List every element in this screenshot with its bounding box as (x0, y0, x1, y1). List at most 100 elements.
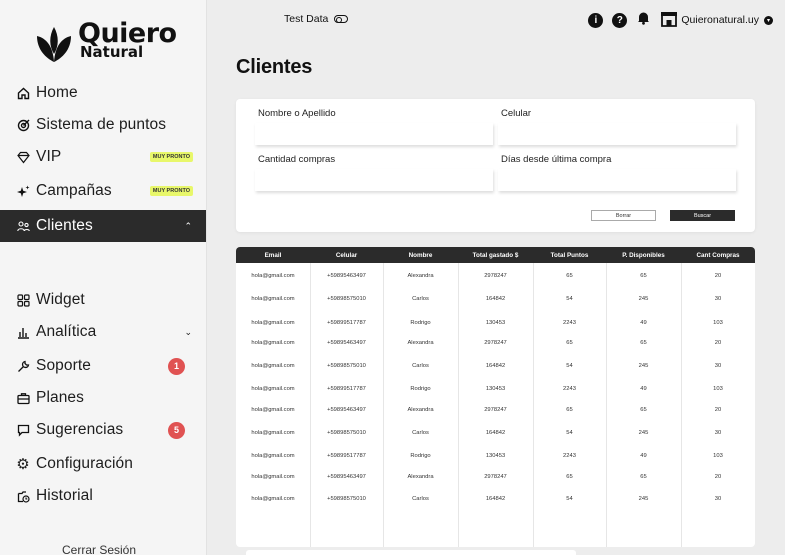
table-row[interactable]: hola@gmail.com +59895463497 Alexandra 29782… (236, 470, 755, 484)
table-row[interactable]: hola@gmail.com +59895463497 Alexandra 29782… (236, 269, 755, 283)
sidebar-item-label: VIP (36, 148, 62, 165)
table-cell: 164842 (485, 430, 506, 436)
search-button[interactable]: Buscar (670, 210, 735, 221)
table-row[interactable]: hola@gmail.com +59899517787 Rodrigo 130453 2… (236, 449, 755, 463)
phone-filter-input[interactable] (498, 123, 736, 145)
table-cell: 30 (714, 430, 722, 436)
table-row[interactable]: hola@gmail.com +59899517787 Rodrigo 130453 2… (236, 316, 755, 330)
home-icon (16, 86, 30, 100)
column-header[interactable]: Email (236, 247, 310, 263)
table-cell: Alexandra (407, 407, 434, 413)
table-cell: Alexandra (407, 340, 434, 346)
table-cell: 164842 (485, 496, 506, 502)
table-row[interactable]: hola@gmail.com +59898575010 Carlos 164842 54… (236, 292, 755, 306)
comment-icon (16, 423, 30, 437)
table-cell: 245 (638, 363, 649, 369)
chevron-up-icon[interactable]: ⌃ (184, 221, 192, 232)
notification-badge: 5 (168, 421, 185, 439)
purchases-filter-label: Cantidad compras (258, 154, 336, 165)
table-cell: +59898575010 (327, 363, 366, 369)
days-filter-input[interactable] (498, 169, 736, 191)
table-cell: 65 (640, 273, 647, 279)
table-cell: Rodrigo (410, 453, 431, 459)
table-cell: 65 (566, 407, 573, 413)
store-selector[interactable]: Quieronatural.uy ▾ (660, 11, 773, 30)
sidebar-item-home[interactable]: Home (0, 77, 206, 109)
test-data-toggle[interactable]: Test Data (284, 13, 349, 25)
table-cell: 49 (640, 453, 647, 459)
table-row[interactable]: hola@gmail.com +59898575010 Carlos 164842 54… (236, 492, 755, 506)
table-cell: 103 (713, 386, 723, 392)
bar-chart-icon (16, 325, 30, 339)
column-header[interactable]: Total gastado $ (458, 247, 533, 263)
column-header[interactable]: Cant Compras (681, 247, 755, 263)
sidebar-item-analytics[interactable]: Analítica ⌄ (0, 316, 206, 348)
purchases-filter-input[interactable] (255, 169, 493, 191)
table-cell: 130453 (485, 320, 506, 326)
sparkle-icon (16, 184, 30, 198)
sidebar-item-label: Widget (36, 291, 85, 308)
store-icon (660, 11, 678, 30)
sidebar-item-clients[interactable]: Clientes ⌃ (0, 210, 206, 242)
sidebar-item-support[interactable]: Soporte 1 (0, 350, 206, 382)
topbar-actions: i ? Quieronatural.uy ▾ (588, 10, 773, 30)
table-cell: 65 (640, 407, 647, 413)
table-cell: Rodrigo (410, 386, 431, 392)
name-filter-input[interactable] (255, 123, 493, 145)
table-cell: 49 (640, 386, 647, 392)
days-filter-label: Días desde última compra (501, 154, 612, 165)
column-header[interactable]: Celular (310, 247, 383, 263)
chevron-down-icon[interactable]: ⌄ (184, 327, 192, 338)
history-icon (16, 489, 30, 503)
bell-icon[interactable] (636, 10, 651, 30)
table-cell: 164842 (485, 296, 506, 302)
sidebar-item-history[interactable]: Historial (0, 480, 206, 512)
table-cell: 65 (640, 340, 647, 346)
sidebar-item-label: Clientes (36, 217, 93, 234)
table-cell: hola@gmail.com (251, 386, 295, 392)
sidebar-item-label: Historial (36, 487, 93, 504)
table-cell: 130453 (485, 386, 506, 392)
help-icon[interactable]: ? (612, 12, 628, 28)
table-cell: 54 (566, 496, 573, 502)
table-row[interactable]: hola@gmail.com +59898575010 Carlos 164842 54… (236, 359, 755, 373)
table-cell: +59895463497 (327, 407, 366, 413)
sidebar-item-campaigns[interactable]: Campañas MUY PRONTO (0, 175, 206, 207)
table-cell: +59895463497 (327, 340, 366, 346)
page-title: Clientes (236, 56, 313, 78)
table-cell: 245 (638, 496, 649, 502)
sidebar-item-points[interactable]: Sistema de puntos (0, 109, 206, 141)
table-row[interactable]: hola@gmail.com +59895463497 Alexandra 29782… (236, 403, 755, 417)
target-icon (16, 118, 30, 132)
table-cell: hola@gmail.com (251, 296, 295, 302)
column-header[interactable]: Total Puntos (533, 247, 606, 263)
table-row[interactable]: hola@gmail.com +59898575010 Carlos 164842 54… (236, 426, 755, 440)
table-cell: 30 (714, 296, 722, 302)
toggle-switch-icon[interactable] (334, 15, 349, 23)
sidebar-item-suggestions[interactable]: Sugerencias 5 (0, 414, 206, 446)
column-header[interactable]: P. Disponibles (606, 247, 681, 263)
sidebar-item-plans[interactable]: Planes (0, 382, 206, 414)
table-cell: hola@gmail.com (251, 407, 295, 413)
table-cell: 20 (714, 407, 722, 413)
table-cell: 20 (714, 474, 722, 480)
clear-button[interactable]: Borrar (591, 210, 656, 221)
brand-logo[interactable]: Quiero Natural (34, 20, 177, 64)
table-header: Email Celular Nombre Total gastado $ Total P… (236, 247, 755, 263)
table-cell: 54 (566, 296, 573, 302)
table-row[interactable]: hola@gmail.com +59899517787 Rodrigo 130453 2… (236, 382, 755, 396)
table-cell: hola@gmail.com (251, 474, 295, 480)
column-header[interactable]: Nombre (383, 247, 458, 263)
sidebar-item-settings[interactable]: ⚙ Configuración (0, 448, 206, 480)
sidebar-item-label: Planes (36, 389, 84, 406)
table-cell: +59899517787 (327, 453, 366, 459)
table-row[interactable]: hola@gmail.com +59895463497 Alexandra 29782… (236, 336, 755, 350)
table-cell: 245 (638, 296, 649, 302)
logout-link[interactable]: Cerrar Sesión (62, 543, 136, 555)
sidebar-item-vip[interactable]: VIP MUY PRONTO (0, 141, 206, 173)
wrench-icon (16, 359, 30, 373)
sidebar-item-widget[interactable]: Widget (0, 284, 206, 316)
table-cell: 245 (638, 430, 649, 436)
info-icon[interactable]: i (588, 12, 604, 28)
table-cell: 20 (714, 273, 722, 279)
